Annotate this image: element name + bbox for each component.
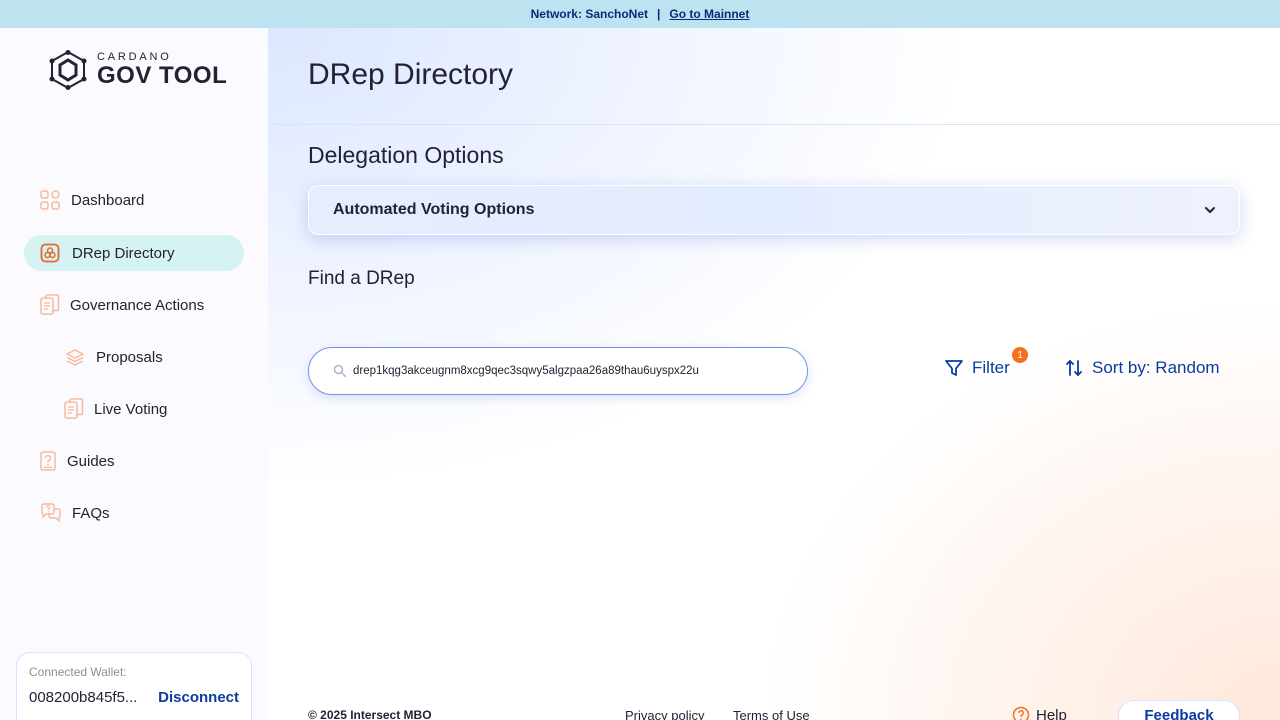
documents-icon xyxy=(64,398,84,419)
terms-of-use-link[interactable]: Terms of Use xyxy=(733,708,810,720)
network-banner: Network: SanchoNet | Go to Mainnet xyxy=(0,0,1280,28)
dashboard-icon xyxy=(40,190,60,210)
search-icon xyxy=(333,364,347,378)
accordion-label: Automated Voting Options xyxy=(333,201,535,218)
layers-icon xyxy=(66,349,84,366)
sidebar-item-label: Proposals xyxy=(96,348,163,366)
privacy-policy-link[interactable]: Privacy policy xyxy=(625,708,704,720)
hexagon-logo-icon xyxy=(49,50,87,90)
sidebar-item-label: Live Voting xyxy=(94,400,168,418)
filter-label: Filter xyxy=(972,358,1010,377)
network-label: Network: SanchoNet xyxy=(530,7,648,21)
wallet-row: 008200b845f5... Disconnect xyxy=(29,689,239,706)
automated-voting-options-accordion[interactable]: Automated Voting Options xyxy=(308,185,1240,235)
help-button[interactable]: Help xyxy=(1012,706,1067,720)
sidebar-item-proposals[interactable]: Proposals xyxy=(48,339,244,375)
main-content: DRep Directory Delegation Options Automa… xyxy=(268,28,1280,720)
wallet-label: Connected Wallet: xyxy=(29,665,127,679)
faq-icon xyxy=(41,503,61,523)
page-header: DRep Directory xyxy=(268,28,1280,125)
sidebar-item-live-voting[interactable]: Live Voting xyxy=(48,391,244,427)
documents-icon xyxy=(40,294,60,315)
page-title: DRep Directory xyxy=(308,58,514,91)
delegation-options-title: Delegation Options xyxy=(308,142,504,168)
logo-text: CARDANO GOV TOOL xyxy=(97,52,227,88)
sidebar-item-label: FAQs xyxy=(72,504,110,522)
find-drep-title: Find a DRep xyxy=(308,268,415,289)
sidebar-item-label: Dashboard xyxy=(71,191,145,209)
search-input[interactable] xyxy=(353,365,793,377)
sort-button[interactable]: Sort by: Random xyxy=(1064,358,1220,378)
sidebar-item-label: Guides xyxy=(67,452,115,470)
help-label: Help xyxy=(1036,706,1067,720)
disconnect-button[interactable]: Disconnect xyxy=(158,689,239,706)
drep-search-box[interactable] xyxy=(308,347,808,395)
wallet-address: 008200b845f5... xyxy=(29,689,138,706)
sidebar-item-drep-directory[interactable]: DRep Directory xyxy=(24,235,244,271)
drep-icon xyxy=(40,243,60,263)
sidebar-item-dashboard[interactable]: Dashboard xyxy=(24,182,244,218)
help-circle-icon xyxy=(1012,706,1030,720)
sidebar-item-guides[interactable]: Guides xyxy=(24,443,244,479)
footer: © 2025 Intersect MBO Privacy policy Term… xyxy=(308,700,1240,720)
copyright-text: © 2025 Intersect MBO xyxy=(308,708,432,720)
govtool-logo[interactable]: CARDANO GOV TOOL xyxy=(47,50,227,90)
banner-separator: | xyxy=(657,7,661,21)
guide-icon xyxy=(40,451,56,471)
filter-icon xyxy=(945,360,963,376)
sidebar-item-governance-actions[interactable]: Governance Actions xyxy=(24,287,244,323)
sidebar-item-label: Governance Actions xyxy=(70,296,205,314)
connected-wallet-card: Connected Wallet: 008200b845f5... Discon… xyxy=(16,652,252,720)
sort-arrows-icon xyxy=(1066,360,1082,376)
feedback-button[interactable]: Feedback xyxy=(1118,700,1240,720)
filter-button[interactable]: Filter xyxy=(944,358,1010,378)
sort-label: Sort by: Random xyxy=(1092,358,1220,377)
sidebar-item-label: DRep Directory xyxy=(72,244,175,262)
filter-count-badge: 1 xyxy=(1012,347,1028,363)
chevron-down-icon xyxy=(1205,207,1215,213)
sidebar: CARDANO GOV TOOL Dashboard DRep Director… xyxy=(0,28,268,720)
logo-big-text: GOV TOOL xyxy=(97,62,228,89)
sidebar-item-faqs[interactable]: FAQs xyxy=(24,495,244,531)
go-to-mainnet-link[interactable]: Go to Mainnet xyxy=(669,7,749,21)
